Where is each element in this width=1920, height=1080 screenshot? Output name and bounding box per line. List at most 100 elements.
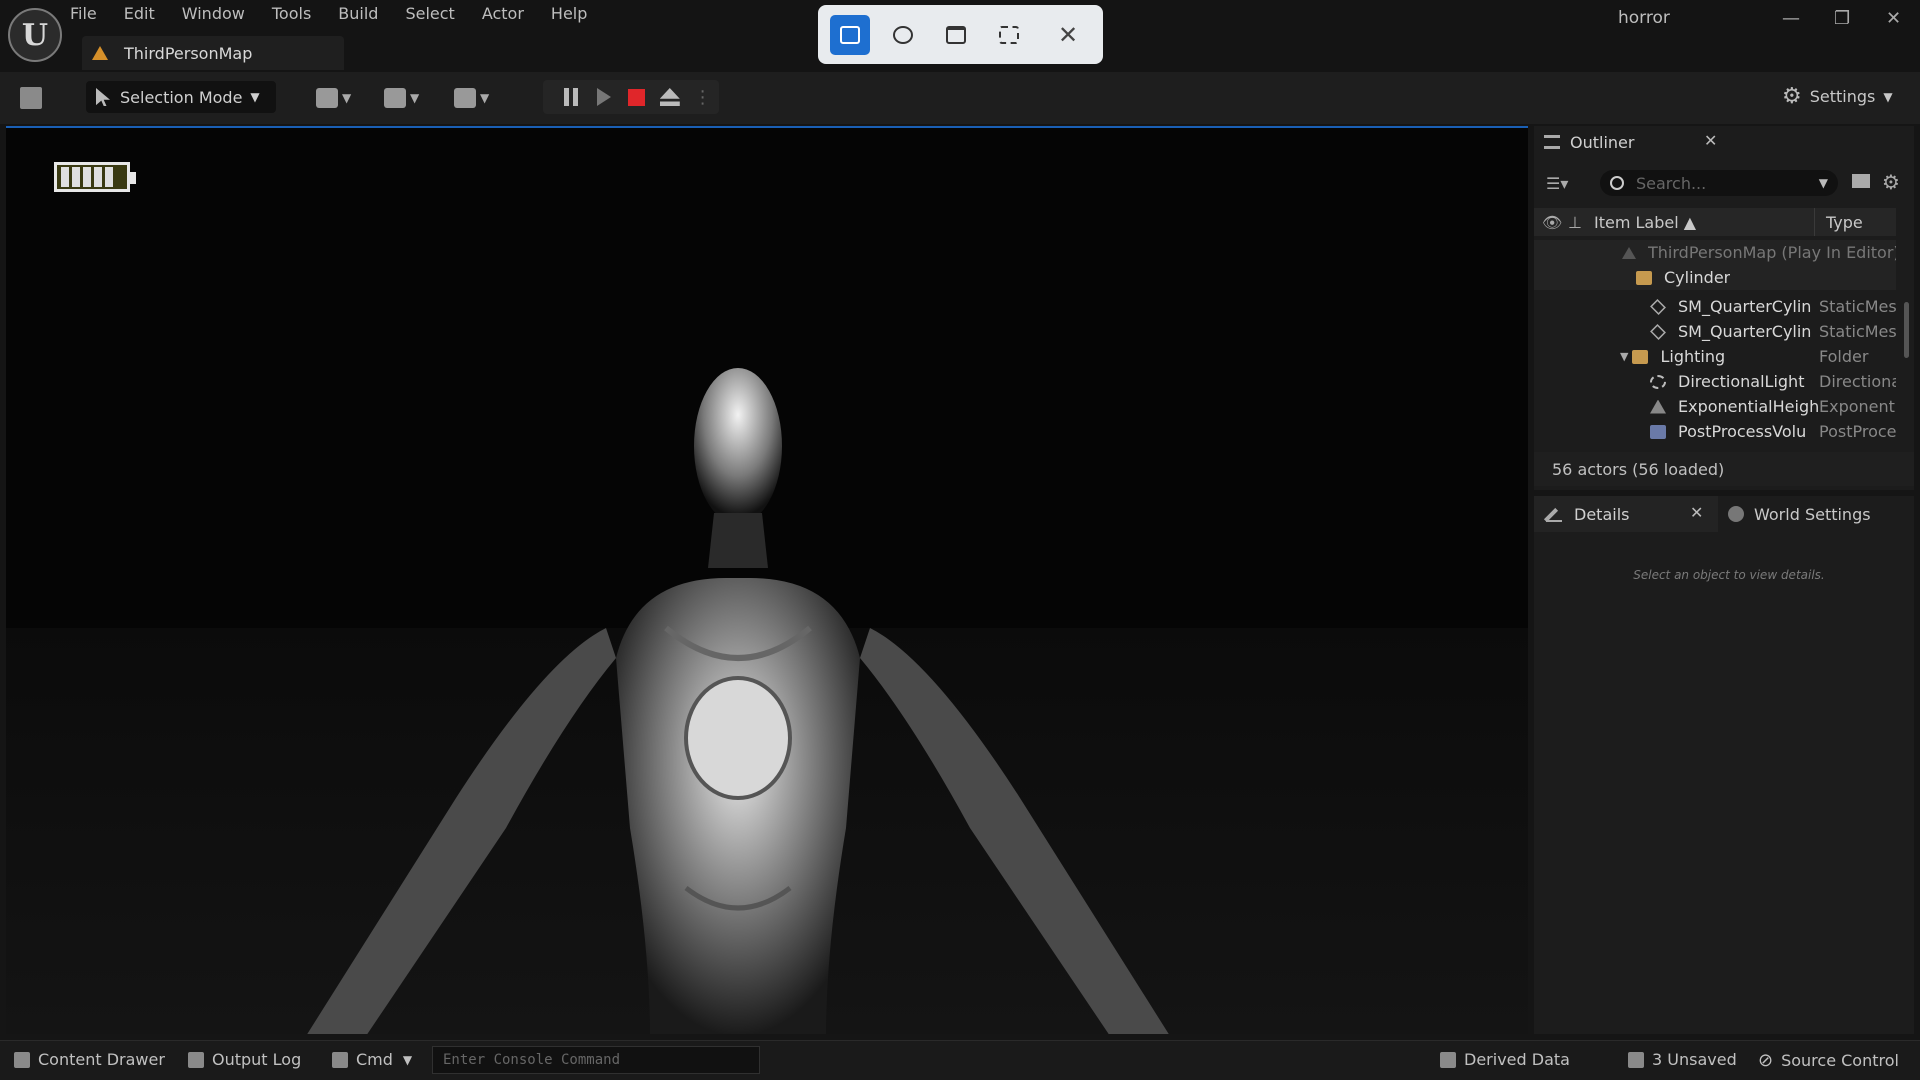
post-process-icon <box>1650 424 1666 439</box>
menu-file[interactable]: File <box>70 2 97 28</box>
outliner-tab[interactable]: Outliner <box>1534 126 1704 158</box>
stop-button[interactable] <box>621 80 654 114</box>
settings-button[interactable]: ⚙ Settings ▼ <box>1782 84 1893 109</box>
new-folder-icon[interactable] <box>1852 174 1870 188</box>
outliner-tree: ThirdPersonMap (Play In Editor) Cylinder… <box>1534 240 1896 444</box>
battery-cell <box>83 167 91 187</box>
restore-icon[interactable]: ❐ <box>1834 8 1850 29</box>
freeform-snip-button[interactable] <box>883 15 923 55</box>
column-type[interactable]: Type <box>1826 213 1863 232</box>
freeform-snip-icon <box>893 25 913 44</box>
chevron-down-icon: ▼ <box>250 90 260 104</box>
snip-close-button[interactable]: ✕ <box>1048 15 1088 55</box>
actor-count: 56 actors (56 loaded) <box>1534 452 1914 486</box>
expand-arrow-icon[interactable]: ▼ <box>1620 350 1628 363</box>
eject-button[interactable] <box>653 80 686 114</box>
menu-tools[interactable]: Tools <box>272 2 311 28</box>
chevron-down-icon: ▼ <box>402 1052 413 1067</box>
source-control-button[interactable]: ⊘ Source Control <box>1758 1050 1899 1071</box>
tree-row-directionallight[interactable]: DirectionalLight Directiona <box>1534 369 1896 394</box>
more-options-icon[interactable]: ⋮ <box>686 80 719 114</box>
outliner-icon <box>1544 135 1560 149</box>
unsaved-button[interactable]: 3 Unsaved <box>1628 1050 1737 1069</box>
minimize-icon[interactable]: — <box>1782 8 1800 29</box>
console-command-input[interactable]: Enter Console Command <box>432 1046 760 1074</box>
console-placeholder: Enter Console Command <box>443 1052 621 1068</box>
derived-data-icon <box>1440 1051 1456 1068</box>
cmd-dropdown[interactable]: Cmd ▼ <box>332 1050 412 1069</box>
settings-label: Settings <box>1809 87 1876 106</box>
output-log-label: Output Log <box>212 1050 302 1069</box>
close-window-icon[interactable]: ✕ <box>1886 8 1901 29</box>
output-log-icon <box>188 1051 204 1068</box>
outliner-search-input[interactable]: Search... ▼ <box>1600 170 1838 196</box>
tree-row-quartercylinder-2[interactable]: SM_QuarterCylin StaticMes <box>1534 319 1896 344</box>
world-settings-label: World Settings <box>1754 504 1871 524</box>
cursor-icon <box>96 88 110 106</box>
tree-row-quartercylinder-1[interactable]: SM_QuarterCylin StaticMes <box>1534 294 1896 319</box>
selection-mode-label: Selection Mode <box>120 87 243 107</box>
outliner-title: Outliner <box>1570 132 1635 152</box>
world-settings-tab[interactable]: World Settings <box>1728 496 1871 532</box>
add-actor-button[interactable]: ▼ <box>316 86 358 110</box>
menu-edit[interactable]: Edit <box>124 2 155 28</box>
tree-row-map[interactable]: ThirdPersonMap (Play In Editor) <box>1534 240 1896 265</box>
column-item-label[interactable]: Item Label ▲ <box>1594 213 1696 232</box>
add-actor-icon <box>316 88 338 108</box>
battery-cell <box>94 167 102 187</box>
tree-row-lighting[interactable]: ▼ Lighting Folder <box>1534 344 1896 369</box>
chevron-down-icon: ▼ <box>1883 89 1893 104</box>
chevron-down-icon: ▼ <box>410 91 420 105</box>
chevron-down-icon: ▼ <box>342 91 352 105</box>
close-icon[interactable]: ✕ <box>1704 131 1717 150</box>
menu-bar: File Edit Window Tools Build Select Acto… <box>70 2 614 28</box>
menu-build[interactable]: Build <box>338 2 378 28</box>
menu-window[interactable]: Window <box>182 2 245 28</box>
tree-row-type: Directiona <box>1819 372 1896 391</box>
step-frame-button[interactable] <box>588 80 621 114</box>
map-icon <box>1622 246 1636 259</box>
content-drawer-icon <box>14 1051 30 1068</box>
stop-icon <box>628 88 646 106</box>
rectangle-snip-button[interactable] <box>830 14 870 55</box>
output-log-button[interactable]: Output Log <box>188 1050 301 1069</box>
rectangle-snip-icon <box>840 25 860 44</box>
outliner-scrollbar[interactable] <box>1904 302 1909 358</box>
tree-row-postprocessvolume[interactable]: PostProcessVolu PostProce <box>1534 419 1896 444</box>
save-icon[interactable] <box>20 87 42 109</box>
derived-data-button[interactable]: Derived Data <box>1440 1050 1570 1069</box>
level-viewport[interactable] <box>6 126 1528 1034</box>
fullscreen-snip-button[interactable] <box>989 15 1029 55</box>
menu-help[interactable]: Help <box>551 2 587 28</box>
tree-row-exponentialheightfog[interactable]: ExponentialHeigh Exponenti <box>1534 394 1896 419</box>
menu-actor[interactable]: Actor <box>482 2 524 28</box>
gear-icon[interactable]: ⚙ <box>1882 170 1900 194</box>
search-placeholder: Search... <box>1636 173 1707 193</box>
filter-icon[interactable]: ☰▾ <box>1546 174 1568 193</box>
blueprint-icon <box>384 88 406 108</box>
gear-icon: ⚙ <box>1782 84 1802 109</box>
fullscreen-snip-icon <box>999 25 1019 44</box>
project-name: horror <box>1618 8 1670 28</box>
pin-icon[interactable]: ⊥ <box>1568 213 1586 232</box>
content-drawer-button[interactable]: Content Drawer <box>14 1050 165 1069</box>
window-snip-button[interactable] <box>936 15 976 55</box>
menu-select[interactable]: Select <box>405 2 454 28</box>
window-snip-icon <box>946 25 966 44</box>
pencil-icon <box>1546 506 1562 522</box>
tree-row-type: StaticMes <box>1819 322 1896 341</box>
unreal-logo-icon[interactable]: U <box>8 8 62 62</box>
blueprint-button[interactable]: ▼ <box>384 86 426 110</box>
selection-mode-dropdown[interactable]: Selection Mode ▼ <box>86 81 276 113</box>
cinematics-button[interactable]: ▼ <box>454 86 496 110</box>
unsaved-label: 3 Unsaved <box>1652 1050 1737 1069</box>
battery-cell <box>72 167 80 187</box>
tree-row-cylinder[interactable]: Cylinder <box>1534 265 1896 290</box>
pause-button[interactable] <box>555 80 588 114</box>
tree-row-label: PostProcessVolu <box>1678 422 1807 441</box>
level-tab[interactable]: ThirdPersonMap <box>82 36 344 70</box>
visibility-eye-icon[interactable]: 👁 <box>1542 213 1562 232</box>
details-empty-hint: Select an object to view details. <box>1633 568 1825 582</box>
tree-row-type: Folder <box>1819 347 1869 366</box>
close-icon[interactable]: ✕ <box>1690 503 1703 522</box>
